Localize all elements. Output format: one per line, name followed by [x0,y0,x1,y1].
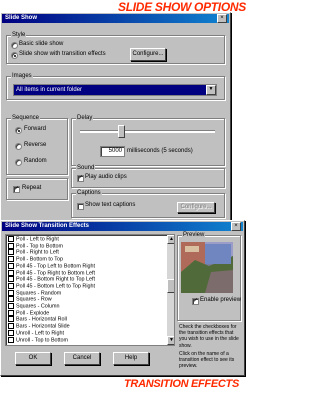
sound-group: Sound ✓ Play audio clips [71,164,225,188]
repeat-label: Repeat [22,185,42,191]
effect-list-item[interactable]: Unroll - Top to Bottom [8,336,69,344]
style-configure-button[interactable]: Configure... [130,48,166,61]
effect-checkbox[interactable] [8,296,14,303]
effect-label: Squares - Random [16,290,62,297]
help-text-2: Click on the name of a transition effect… [179,351,235,370]
effect-checkbox[interactable] [8,309,14,316]
images-dropdown[interactable]: All items in current folder ▼ [13,84,217,96]
repeat-group: ✓ Repeat [6,178,68,200]
cancel-button[interactable]: Cancel [64,352,100,365]
effect-label: Unroll - Top to Bottom [16,336,69,343]
effect-checkbox[interactable] [8,256,14,263]
play-audio-checkbox[interactable]: ✓ [77,175,84,182]
preview-group: Preview ✓ Enable preview [177,231,242,321]
scroll-thumb[interactable] [167,279,174,293]
random-label: Random [24,158,47,164]
effect-label: Poll 45 - Top Right to Bottom Left [16,269,96,276]
transition-slide-show-label: Slide show with transition effects [19,51,106,57]
delay-slider-track[interactable] [80,130,215,133]
ok-button[interactable]: OK [15,352,51,365]
effect-label: Bars - Horizontal Slide [16,323,70,330]
delay-input[interactable]: 5000 [100,146,125,157]
help-button[interactable]: Help [113,352,149,365]
basic-slide-show-label: Basic slide show [19,41,64,47]
transition-effects-dialog: Slide Show Transition Effects × Poll - L… [0,220,245,376]
effect-label: Poll - Right to Left [16,249,59,256]
effect-checkbox[interactable] [8,336,14,343]
effect-checkbox[interactable] [8,262,14,269]
play-audio-label: Play audio clips [85,174,127,180]
slide-show-titlebar: Slide Show [2,14,229,23]
close-icon[interactable]: × [217,14,227,23]
effect-checkbox[interactable] [8,289,14,296]
effect-label: Poll 45 - Top Left to Bottom Right [16,263,96,270]
reverse-radio[interactable] [15,143,22,150]
enable-preview-label: Enable preview [200,297,242,303]
help-text-1: Check the checkboxes for the transition … [179,324,239,349]
captions-configure-button[interactable]: Configure... [177,202,215,213]
effect-checkbox[interactable] [8,249,14,256]
effect-checkbox[interactable] [8,303,14,309]
images-group: Images All items in current folder ▼ [6,72,225,100]
show-captions-checkbox[interactable] [77,203,84,210]
effect-checkbox[interactable] [8,282,14,289]
captions-group-label: Captions [76,189,102,197]
effect-label: Squares - Row [16,296,52,303]
chevron-down-icon[interactable]: ▼ [206,85,216,95]
effect-label: Poll - Left to Right [16,236,59,243]
effect-label: Poll 45 - Bottom Right to Top Left [16,276,96,283]
transition-dialog-title: Slide Show Transition Effects [5,223,90,229]
preview-pane [181,242,233,293]
effect-checkbox[interactable] [8,242,14,249]
delay-slider-thumb[interactable] [118,125,125,138]
forward-radio[interactable] [15,127,22,134]
enable-preview-checkbox[interactable]: ✓ [192,298,199,305]
dialog-title: Slide Show [5,15,38,21]
close-icon[interactable]: × [231,222,241,231]
scroll-up-icon[interactable]: ▲ [167,235,174,244]
transition-titlebar: Slide Show Transition Effects [2,222,243,231]
effect-checkbox[interactable] [8,323,14,330]
delay-unit-label: milliseconds (5 seconds) [127,148,193,154]
style-group-label: Style [11,31,27,39]
reverse-label: Reverse [24,142,47,148]
random-radio[interactable] [15,159,22,166]
sequence-group: Sequence Forward Reverse Random [6,114,68,175]
preview-group-label: Preview [182,231,206,239]
transition-effects-heading: TRANSITION EFFECTS [124,378,239,390]
effect-checkbox[interactable] [8,316,14,323]
captions-group: Captions Show text captions Configure... [71,189,225,218]
transition-slide-show-radio[interactable] [11,52,18,59]
preview-image [181,242,233,293]
effect-label: Poll - Top to Bottom [16,243,63,250]
images-dropdown-value: All items in current folder [16,87,83,93]
effect-label: Bars - Horizontal Roll [16,316,67,323]
effect-checkbox[interactable] [8,276,14,283]
slide-show-dialog: Slide Show × Style Basic slide show Slid… [0,12,231,226]
sound-group-label: Sound [76,164,96,172]
sequence-group-label: Sequence [11,114,41,122]
forward-label: Forward [24,126,47,132]
effect-label: Unroll - Left to Right [16,330,64,337]
effect-label: Poll 45 - Bottom Left to Top Right [16,283,96,290]
effect-checkbox[interactable] [8,236,14,242]
effect-label: Poll - Explode [16,310,50,317]
scroll-down-icon[interactable]: ▼ [167,336,174,345]
show-captions-label: Show text captions [85,202,136,208]
effect-label: Poll - Bottom to Top [16,256,63,263]
delay-group: Delay 5000 milliseconds (5 seconds) [71,114,225,166]
effects-list[interactable]: Poll - Left to Right Poll - Top to Bottom… [5,234,175,346]
effect-checkbox[interactable] [8,329,14,336]
basic-slide-show-radio[interactable] [11,42,18,49]
effect-checkbox[interactable] [8,269,14,276]
images-group-label: Images [11,72,33,80]
delay-group-label: Delay [76,114,94,122]
effects-scrollbar[interactable]: ▲ ▼ [167,235,174,345]
repeat-checkbox[interactable]: ✓ [13,186,20,193]
delay-value: 5000 [108,148,122,154]
effect-label: Squares - Column [16,303,60,310]
style-group: Style Basic slide show Slide show with t… [6,31,225,64]
